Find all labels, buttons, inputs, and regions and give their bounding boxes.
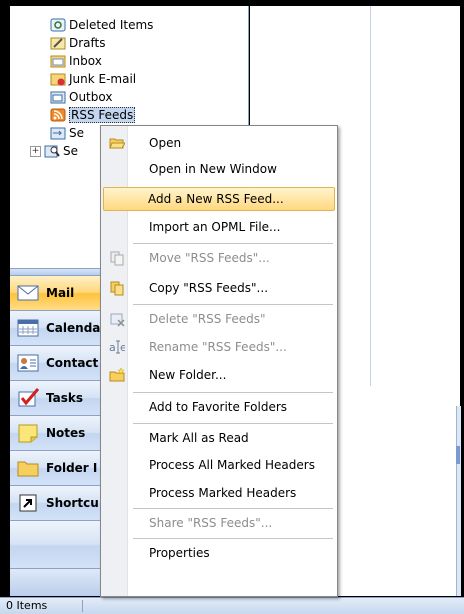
menu-separator xyxy=(133,304,333,305)
menu-item-delete[interactable]: Delete "RSS Feeds" xyxy=(103,308,335,330)
junk-email-icon xyxy=(50,73,66,86)
copy-icon xyxy=(110,281,124,296)
menu-item-label: New Folder... xyxy=(149,368,227,382)
menu-item-import-opml[interactable]: Import an OPML File... xyxy=(103,216,335,238)
menu-item-label: Import an OPML File... xyxy=(149,220,281,234)
move-icon xyxy=(110,251,124,266)
menu-item-label: Share "RSS Feeds"... xyxy=(149,516,273,530)
deleted-items-icon xyxy=(50,18,66,32)
nav-button-label: Notes xyxy=(46,426,86,440)
menu-item-label: Process Marked Headers xyxy=(149,486,297,500)
svg-text:a: a xyxy=(109,341,116,354)
menu-item-label: Process All Marked Headers xyxy=(149,458,315,472)
status-bar: 0 Items xyxy=(0,597,464,614)
menu-item-label: Move "RSS Feeds"... xyxy=(149,251,270,265)
expand-icon[interactable]: + xyxy=(30,146,41,157)
shortcuts-icon xyxy=(19,494,37,512)
folder-label: Outbox xyxy=(69,90,113,104)
delete-icon xyxy=(110,313,125,327)
contacts-icon xyxy=(17,354,39,372)
menu-item-rename[interactable]: ae Rename "RSS Feeds"... xyxy=(103,336,335,358)
rss-feeds-icon xyxy=(50,108,66,122)
menu-separator xyxy=(133,423,333,424)
menu-item-new-folder[interactable]: New Folder... xyxy=(103,364,335,386)
menu-item-label: Delete "RSS Feeds" xyxy=(149,312,266,326)
menu-item-label: Copy "RSS Feeds"... xyxy=(149,281,269,295)
svg-text:e: e xyxy=(120,341,125,354)
menu-separator xyxy=(133,508,333,509)
inbox-icon xyxy=(50,55,66,68)
folder-label: Se xyxy=(69,126,84,140)
menu-item-label: Add to Favorite Folders xyxy=(149,400,288,414)
nav-button-label: Shortcu xyxy=(46,496,99,510)
nav-button-label: Folder I xyxy=(46,461,98,475)
folder-inbox[interactable]: Inbox xyxy=(50,52,102,70)
menu-item-move[interactable]: Move "RSS Feeds"... xyxy=(103,247,335,269)
menu-item-mark-all-read[interactable]: Mark All as Read xyxy=(103,427,335,449)
folder-rss-feeds[interactable]: RSS Feeds xyxy=(50,106,136,124)
nav-button-label: Calenda xyxy=(46,321,101,335)
menu-item-open[interactable]: Open xyxy=(103,132,335,154)
menu-item-add-rss-feed[interactable]: Add a New RSS Feed... xyxy=(103,187,335,211)
menu-item-share[interactable]: Share "RSS Feeds"... xyxy=(103,512,335,534)
menu-item-add-favorite[interactable]: Add to Favorite Folders xyxy=(103,396,335,418)
menu-separator xyxy=(133,243,333,244)
outbox-icon xyxy=(50,91,66,104)
folder-label: Inbox xyxy=(69,54,102,68)
menu-item-label: Properties xyxy=(149,546,210,560)
menu-item-label: Open in New Window xyxy=(149,162,277,176)
menu-separator xyxy=(133,392,333,393)
menu-separator xyxy=(133,538,333,539)
folder-label: Se xyxy=(63,144,78,158)
rename-icon: ae xyxy=(109,340,125,354)
calendar-icon xyxy=(17,319,39,337)
new-folder-icon xyxy=(109,367,125,382)
folder-label: RSS Feeds xyxy=(69,107,136,123)
menu-item-label: Open xyxy=(149,136,182,150)
folder-label: Drafts xyxy=(69,36,106,50)
menu-item-label: Rename "RSS Feeds"... xyxy=(149,340,287,354)
to-do-bar-header xyxy=(456,446,460,464)
folder-deleted-items[interactable]: Deleted Items xyxy=(50,16,153,34)
menu-item-copy[interactable]: Copy "RSS Feeds"... xyxy=(103,277,335,299)
mail-icon xyxy=(17,285,39,301)
menu-item-properties[interactable]: Properties xyxy=(103,542,335,564)
folder-junk-email[interactable]: Junk E-mail xyxy=(50,70,136,88)
search-folders-icon xyxy=(44,145,60,158)
drafts-icon xyxy=(50,37,66,50)
menu-item-label: Mark All as Read xyxy=(149,431,249,445)
nav-button-label: Tasks xyxy=(46,391,84,405)
folder-list-icon xyxy=(17,461,39,477)
tasks-icon xyxy=(18,388,40,407)
nav-button-label: Contact xyxy=(46,356,99,370)
open-folder-icon xyxy=(109,138,125,149)
to-do-bar-edge xyxy=(456,406,461,596)
context-menu: Open Open in New Window Add a New RSS Fe… xyxy=(100,125,338,597)
status-separator xyxy=(82,600,83,612)
menu-item-label: Add a New RSS Feed... xyxy=(148,192,284,206)
sent-items-icon xyxy=(50,127,66,140)
notes-icon xyxy=(18,424,38,443)
folder-label: Deleted Items xyxy=(69,18,154,32)
menu-item-open-new-window[interactable]: Open in New Window xyxy=(103,158,335,180)
folder-drafts[interactable]: Drafts xyxy=(50,34,106,52)
pane-divider xyxy=(370,6,371,386)
menu-item-process-marked[interactable]: Process Marked Headers xyxy=(103,482,335,504)
menu-item-process-all-marked[interactable]: Process All Marked Headers xyxy=(103,454,335,476)
folder-outbox[interactable]: Outbox xyxy=(50,88,112,106)
status-item-count: 0 Items xyxy=(6,599,48,612)
folder-label: Junk E-mail xyxy=(69,72,137,86)
nav-button-label: Mail xyxy=(46,286,75,300)
folder-search-folders[interactable]: Se xyxy=(44,142,78,160)
folder-sent-items[interactable]: Se xyxy=(50,124,84,142)
